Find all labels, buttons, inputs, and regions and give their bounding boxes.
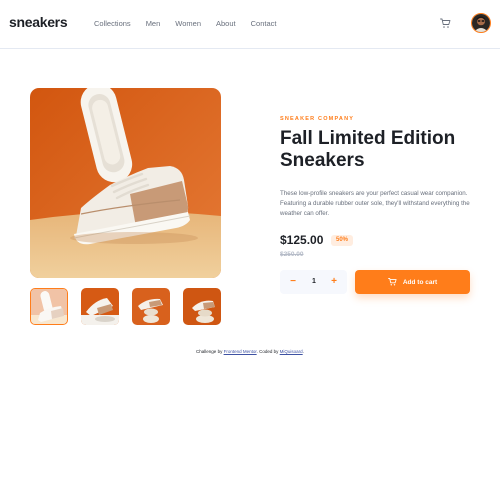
thumbnail-3[interactable]: [132, 288, 170, 325]
logo[interactable]: sneakers: [9, 14, 68, 30]
frontend-mentor-link[interactable]: Frontend Mentor: [224, 349, 257, 354]
attribution-prefix: Challenge by: [196, 349, 223, 354]
thumbnail-strip: [30, 288, 221, 325]
original-price: $250.00: [280, 251, 304, 258]
attribution: Challenge by Frontend Mentor. Coded by M…: [0, 349, 500, 354]
product-title: Fall Limited Edition Sneakers: [280, 128, 456, 172]
nav-collections[interactable]: Collections: [94, 19, 131, 28]
nav-about[interactable]: About: [216, 19, 236, 28]
author-link[interactable]: MiQuisoard: [280, 349, 303, 354]
increase-quantity-button[interactable]: +: [324, 270, 344, 294]
cart-icon: [387, 278, 397, 286]
nav-contact[interactable]: Contact: [251, 19, 277, 28]
add-to-cart-button[interactable]: Add to cart: [355, 270, 470, 294]
attribution-suffix: .: [302, 349, 304, 354]
quantity-value: 1: [312, 278, 316, 285]
nav-women[interactable]: Women: [175, 19, 201, 28]
current-price: $125.00: [280, 233, 324, 247]
avatar[interactable]: [471, 13, 491, 33]
main-nav: Collections Men Women About Contact: [94, 19, 291, 28]
quantity-stepper: − 1 +: [280, 270, 347, 294]
discount-badge: 50%: [331, 235, 354, 246]
company-label: SNEAKER COMPANY: [280, 116, 355, 122]
add-to-cart-label: Add to cart: [402, 278, 438, 286]
attribution-middle: . Coded by: [256, 349, 279, 354]
thumbnail-4[interactable]: [183, 288, 221, 325]
cart-icon[interactable]: [440, 18, 451, 29]
product-main-image[interactable]: [30, 88, 221, 278]
site-header: sneakers Collections Men Women About Con…: [0, 0, 500, 49]
nav-men[interactable]: Men: [146, 19, 161, 28]
decrease-quantity-button[interactable]: −: [283, 270, 303, 294]
product-description: These low-profile sneakers are your perf…: [280, 190, 470, 218]
thumbnail-1[interactable]: [30, 288, 68, 325]
thumbnail-2[interactable]: [81, 288, 119, 325]
